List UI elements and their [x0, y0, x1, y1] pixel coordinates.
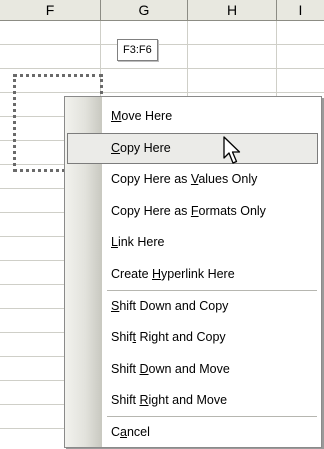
column-header-f[interactable]: F — [0, 0, 101, 20]
drag-drop-context-menu: Move Here Copy Here Copy Here as Values … — [64, 96, 322, 448]
arrow-cursor-icon — [223, 136, 241, 164]
menu-item-link-here[interactable]: Link Here — [65, 227, 321, 259]
menu-item-copy-values-only[interactable]: Copy Here as Values Only — [65, 164, 321, 196]
menu-item-shift-right-copy[interactable]: Shift Right and Copy — [65, 322, 321, 354]
menu-item-shift-down-copy[interactable]: Shift Down and Copy — [65, 291, 321, 323]
menu-item-move-here[interactable]: Move Here — [65, 101, 321, 133]
menu-item-cancel[interactable]: Cancel — [65, 417, 321, 449]
menu-item-create-hyperlink[interactable]: Create Hyperlink Here — [65, 259, 321, 291]
menu-item-copy-formats-only[interactable]: Copy Here as Formats Only — [65, 196, 321, 228]
menu-item-copy-here[interactable]: Copy Here — [67, 132, 318, 165]
menu-item-list: Move Here Copy Here Copy Here as Values … — [65, 101, 321, 449]
menu-item-shift-right-move[interactable]: Shift Right and Move — [65, 385, 321, 417]
range-tooltip: F3:F6 — [117, 39, 158, 61]
menu-item-shift-down-move[interactable]: Shift Down and Move — [65, 354, 321, 386]
column-header-h[interactable]: H — [188, 0, 277, 20]
column-header-i[interactable]: I — [277, 0, 324, 20]
column-header-bar: F G H I — [0, 0, 324, 21]
column-header-g[interactable]: G — [101, 0, 188, 20]
